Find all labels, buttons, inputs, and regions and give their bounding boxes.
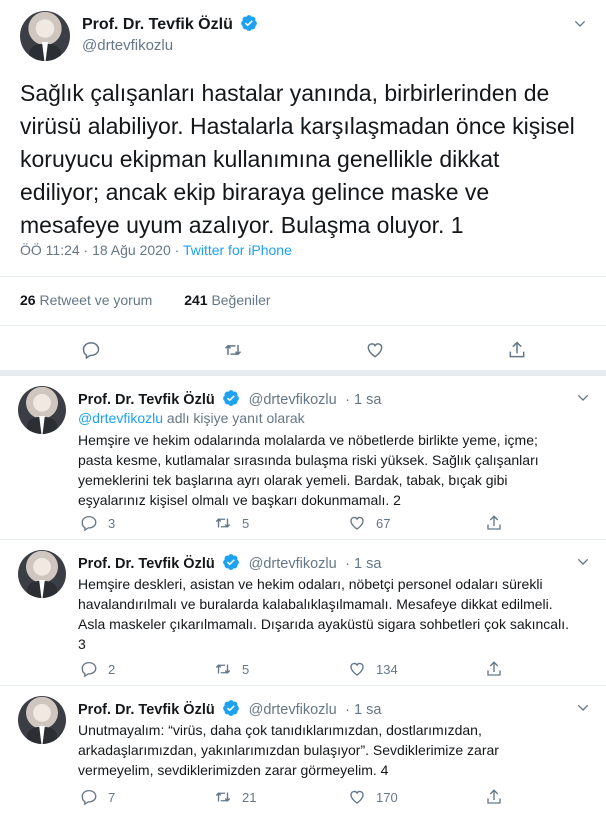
author-handle[interactable]: @drtevfikozlu [82, 37, 258, 54]
text-line: 3 [78, 636, 86, 652]
tweet-text: Sağlık çalışanları hastalar yanında, bir… [20, 80, 575, 238]
avatar[interactable] [18, 386, 66, 434]
like-action[interactable]: 67 [348, 514, 390, 532]
text-line: pasta kesme, kutlamalar sırasında bulaşm… [78, 452, 539, 468]
text-line: Unutmayalım: “virüs, daha çok tanıdıklar… [78, 722, 482, 738]
share-icon [487, 789, 501, 804]
tweet-text: Hemşire deskleri, asistan ve hekim odala… [78, 574, 593, 654]
verified-badge-icon [223, 554, 240, 570]
text-line: eşyalarınız kişisel olmalı ve başkarı do… [78, 492, 401, 508]
divider [0, 276, 606, 277]
share-icon[interactable] [507, 340, 527, 360]
reply-icon [81, 789, 97, 806]
author-name[interactable]: Prof. Dr. Tevfik Özlü [78, 702, 215, 718]
reply-tweet[interactable]: Prof. Dr. Tevfik Özlü @drtevfikozlu · 1 … [0, 540, 606, 686]
author-name[interactable]: Prof. Dr. Tevfik Özlü [78, 392, 215, 408]
like-icon [350, 790, 364, 804]
text-line: vermeyelim, sevdiklerimizden zarar görme… [78, 762, 389, 778]
like-count: 67 [376, 516, 391, 531]
likes-label: Beğeniler [211, 292, 271, 308]
share-icon [487, 661, 501, 676]
author-name[interactable]: Prof. Dr. Tevfik Özlü [82, 16, 233, 33]
tweet-time[interactable]: ÖÖ 11:24 · 18 Ağu 2020 · [20, 242, 179, 258]
like-icon [350, 662, 364, 676]
verified-badge-icon [223, 700, 240, 716]
retweet-count: 21 [242, 790, 257, 805]
retweets-count: 26 [20, 292, 36, 308]
verified-badge-icon [223, 390, 240, 406]
like-count: 134 [376, 662, 398, 677]
reply-header: Prof. Dr. Tevfik Özlü @drtevfikozlu · 1 … [78, 699, 381, 719]
reply-action[interactable]: 3 [80, 514, 115, 532]
retweet-icon [215, 518, 231, 528]
tweet-meta: ÖÖ 11:24 · 18 Ağu 2020 · Twitter for iPh… [20, 242, 292, 258]
share-action[interactable] [485, 514, 503, 532]
retweet-action[interactable]: 5 [214, 660, 249, 678]
reply-tweet[interactable]: Prof. Dr. Tevfik Özlü @drtevfikozlu · 1 … [0, 376, 606, 540]
replying-mention[interactable]: @drtevfikozlu [78, 410, 163, 426]
retweet-action[interactable]: 5 [214, 514, 249, 532]
reply-icon [81, 515, 97, 532]
like-count: 170 [376, 790, 398, 805]
tweet-source[interactable]: Twitter for iPhone [183, 242, 292, 258]
reply-count: 7 [108, 790, 116, 805]
avatar[interactable] [20, 11, 70, 61]
like-action[interactable]: 134 [348, 660, 398, 678]
retweet-action[interactable]: 21 [214, 788, 256, 806]
reply-count: 2 [108, 662, 116, 677]
tweet-text: Unutmayalım: “virüs, daha çok tanıdıklar… [78, 720, 593, 780]
reply-header: Prof. Dr. Tevfik Özlü @drtevfikozlu · 1 … [78, 553, 381, 573]
chevron-down-icon[interactable] [575, 554, 591, 570]
text-line: arkadaşlarımızdan, yakınlarımızdan bulaş… [78, 742, 499, 758]
reply-icon[interactable] [81, 340, 101, 360]
reply-tweet[interactable]: Prof. Dr. Tevfik Özlü @drtevfikozlu · 1 … [0, 686, 606, 817]
share-action[interactable] [485, 660, 503, 678]
chevron-down-icon[interactable] [572, 16, 588, 32]
text-line: Asla maskeler çıkarılmamalı. Dışarıda ay… [78, 616, 569, 632]
tweet-stats: 26 Retweet ve yorum 241 Beğeniler [20, 292, 299, 308]
retweets-stat[interactable]: 26 Retweet ve yorum [20, 292, 152, 308]
avatar[interactable] [18, 696, 66, 744]
text-line: Hemşire deskleri, asistan ve hekim odala… [78, 576, 543, 592]
like-icon [350, 516, 364, 530]
replying-to: @drtevfikozlu adlı kişiye yanıt olarak [78, 408, 593, 428]
tweet-time[interactable]: · 1 sa [345, 556, 381, 572]
verified-badge-icon [241, 15, 258, 31]
retweets-label: Retweet ve yorum [39, 292, 153, 308]
like-icon[interactable] [365, 340, 385, 360]
likes-count: 241 [184, 292, 208, 308]
retweet-count: 5 [242, 662, 250, 677]
retweet-icon [215, 792, 231, 802]
reply-icon [81, 661, 97, 678]
avatar[interactable] [18, 550, 66, 598]
retweet-icon [215, 664, 231, 674]
tweet-time[interactable]: · 1 sa [345, 392, 381, 408]
chevron-down-icon[interactable] [575, 700, 591, 716]
text-line: Hemşire ve hekim odalarında molalarda ve… [78, 432, 538, 448]
like-action[interactable]: 170 [348, 788, 398, 806]
reply-count: 3 [108, 516, 116, 531]
chevron-down-icon[interactable] [575, 390, 591, 406]
share-action[interactable] [485, 788, 503, 806]
text-line: yemeklerini tek başlarına ayrı olarak ye… [78, 472, 508, 488]
author-block: Prof. Dr. Tevfik Özlü @drtevfikozlu [82, 14, 258, 54]
divider [0, 325, 606, 326]
likes-stat[interactable]: 241 Beğeniler [184, 292, 270, 308]
author-handle[interactable]: @drtevfikozlu [249, 556, 337, 572]
tweet-text: Hemşire ve hekim odalarında molalarda ve… [78, 430, 593, 510]
replying-label: adlı kişiye yanıt olarak [166, 410, 305, 426]
reply-action[interactable]: 7 [80, 788, 115, 806]
retweet-count: 5 [242, 516, 250, 531]
text-line: havalandırılmalı ve buralarda kalabalıkl… [78, 596, 553, 612]
author-handle[interactable]: @drtevfikozlu [249, 702, 337, 718]
tweet-time[interactable]: · 1 sa [345, 702, 381, 718]
author-name[interactable]: Prof. Dr. Tevfik Özlü [78, 556, 215, 572]
author-handle[interactable]: @drtevfikozlu [249, 392, 337, 408]
share-icon [487, 515, 501, 530]
reply-action[interactable]: 2 [80, 660, 115, 678]
tweet-actions [0, 340, 606, 360]
reply-header: Prof. Dr. Tevfik Özlü @drtevfikozlu · 1 … [78, 389, 381, 409]
retweet-icon[interactable] [223, 340, 243, 360]
